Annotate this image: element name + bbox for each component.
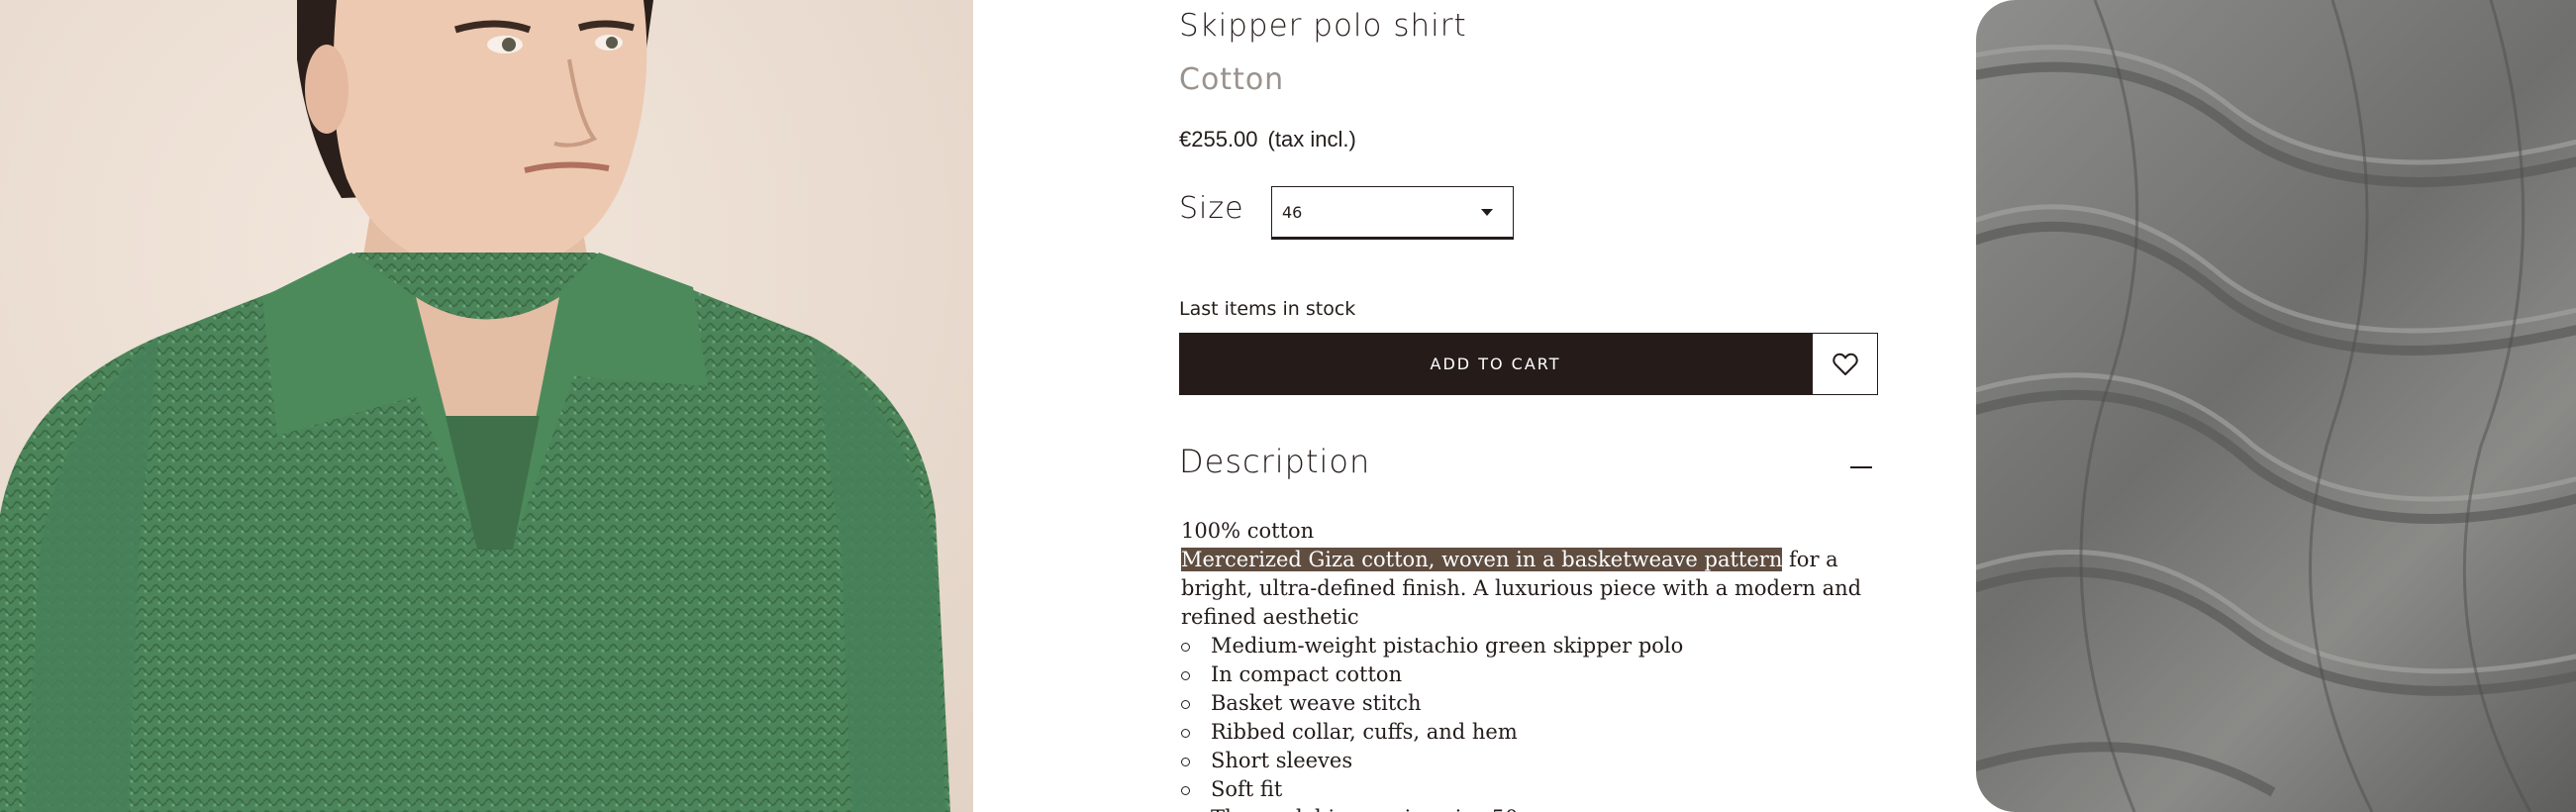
product-photo-fabric[interactable] [1976, 0, 2576, 812]
feature-item: Ribbed collar, cuffs, and hem [1181, 718, 1884, 747]
description-highlight: Mercerized Giza cotton, woven in a baske… [1181, 548, 1783, 571]
add-to-cart-button[interactable]: ADD TO CART [1179, 333, 1812, 395]
feature-item: Short sleeves [1181, 747, 1884, 775]
minus-icon [1850, 466, 1872, 468]
feature-item: The model is wearing size 50 [1181, 804, 1884, 812]
product-name: Skipper polo shirt [1179, 8, 1467, 44]
size-select-value: 46 [1282, 202, 1303, 222]
caret-down-icon [1481, 208, 1493, 216]
heart-icon [1832, 353, 1858, 375]
size-select[interactable]: 46 [1271, 186, 1514, 240]
description-body: 100% cotton Mercerized Giza cotton, wove… [1181, 517, 1884, 812]
description-paragraph: Mercerized Giza cotton, woven in a baske… [1181, 546, 1884, 632]
price-line: €255.00 (tax incl.) [1179, 127, 1356, 152]
feature-list: Medium-weight pistachio green skipper po… [1181, 632, 1884, 812]
feature-item: Medium-weight pistachio green skipper po… [1181, 632, 1884, 660]
feature-item: Soft fit [1181, 775, 1884, 804]
product-price: €255.00 [1179, 127, 1258, 152]
description-line: 100% cotton [1181, 519, 1315, 543]
product-details-panel: Skipper polo shirt Cotton €255.00 (tax in… [973, 0, 1976, 812]
feature-item: In compact cotton [1181, 660, 1884, 689]
product-photo-model[interactable] [0, 0, 973, 812]
stock-status: Last items in stock [1179, 298, 1356, 320]
feature-item: Basket weave stitch [1181, 689, 1884, 718]
tax-note: (tax incl.) [1267, 127, 1356, 152]
wishlist-button[interactable] [1812, 333, 1878, 395]
size-label: Size [1179, 191, 1244, 226]
product-material: Cotton [1179, 62, 1285, 97]
description-heading: Description [1179, 443, 1371, 480]
description-toggle[interactable] [1844, 453, 1878, 482]
